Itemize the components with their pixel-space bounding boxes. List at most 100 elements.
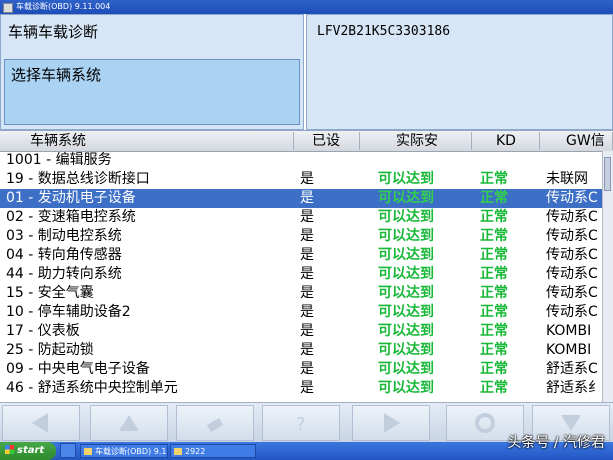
- gateway-cell: 传动系C: [546, 304, 598, 320]
- back-button[interactable]: [2, 405, 80, 441]
- set-cell: 是: [300, 190, 314, 206]
- app-icon: [3, 3, 13, 13]
- section-title: 车辆车载诊断: [8, 23, 99, 41]
- system-name-cell: 17 - 仪表板: [6, 323, 80, 339]
- kd-status-cell: 正常: [480, 171, 508, 187]
- set-cell: 是: [300, 171, 314, 187]
- col-header-actual[interactable]: 实际安: [360, 132, 472, 150]
- arrow-up-icon: [119, 415, 139, 431]
- gateway-cell: KOMBI: [546, 342, 592, 358]
- system-name-cell: 10 - 停车辅助设备2: [6, 304, 131, 320]
- actual-status-cell: 可以达到: [378, 228, 434, 244]
- start-button[interactable]: start: [0, 442, 56, 460]
- arrow-left-icon: [32, 413, 48, 433]
- gateway-cell: 传动系C: [546, 266, 598, 282]
- col-header-set[interactable]: 已设: [294, 132, 360, 150]
- table-row[interactable]: 15 - 安全气囊 是 可以达到 正常 传动系C: [0, 284, 603, 303]
- table-row[interactable]: 01 - 发动机电子设备 是 可以达到 正常 传动系C: [0, 189, 603, 208]
- actual-status-cell: 可以达到: [378, 342, 434, 358]
- select-system-box[interactable]: 选择车辆系统: [4, 59, 300, 125]
- scrollbar-thumb[interactable]: [604, 157, 611, 191]
- table-row[interactable]: 09 - 中央电气电子设备 是 可以达到 正常 舒适系C: [0, 360, 603, 379]
- set-cell: 是: [300, 323, 314, 339]
- system-name-cell: 02 - 变速箱电控系统: [6, 209, 136, 225]
- actual-status-cell: 可以达到: [378, 285, 434, 301]
- set-cell: 是: [300, 285, 314, 301]
- gateway-cell: 传动系C: [546, 228, 598, 244]
- set-cell: 是: [300, 380, 314, 396]
- set-cell: 是: [300, 304, 314, 320]
- help-button[interactable]: ?: [262, 405, 340, 441]
- system-name-cell: 01 - 发动机电子设备: [6, 190, 136, 206]
- set-cell: 是: [300, 266, 314, 282]
- gateway-cell: 传动系C: [546, 247, 598, 263]
- kd-status-cell: 正常: [480, 304, 508, 320]
- kd-status-cell: 正常: [480, 228, 508, 244]
- erase-button[interactable]: [176, 405, 254, 441]
- forward-button[interactable]: [352, 405, 430, 441]
- actual-status-cell: 可以达到: [378, 323, 434, 339]
- gateway-cell: 舒适系纟: [546, 380, 602, 396]
- folder-icon: [174, 448, 182, 455]
- table-row[interactable]: 46 - 舒适系统中央控制单元 是 可以达到 正常 舒适系纟: [0, 379, 603, 398]
- actual-status-cell: 可以达到: [378, 209, 434, 225]
- window-title: 车载诊断(OBD) 9.11.004: [16, 2, 111, 11]
- kd-status-cell: 正常: [480, 247, 508, 263]
- window-titlebar: 车载诊断(OBD) 9.11.004: [0, 0, 613, 14]
- refresh-icon: [475, 413, 495, 433]
- table-row[interactable]: 17 - 仪表板 是 可以达到 正常 KOMBI: [0, 322, 603, 341]
- actual-status-cell: 可以达到: [378, 247, 434, 263]
- vin-text: LFV2B21K5C3303186: [317, 24, 451, 39]
- svg-text:?: ?: [296, 414, 306, 435]
- table-row[interactable]: 10 - 停车辅助设备2 是 可以达到 正常 传动系C: [0, 303, 603, 322]
- system-name-cell: 15 - 安全气囊: [6, 285, 94, 301]
- watermark: 头条号 / 汽修君: [507, 435, 605, 451]
- table-row[interactable]: 04 - 转向角传感器 是 可以达到 正常 传动系C: [0, 246, 603, 265]
- gateway-cell: 未联网: [546, 171, 588, 187]
- eraser-icon: [206, 418, 224, 432]
- set-cell: 是: [300, 342, 314, 358]
- gateway-cell: 传动系C: [546, 190, 598, 206]
- kd-status-cell: 正常: [480, 190, 508, 206]
- table-row[interactable]: 25 - 防起动锁 是 可以达到 正常 KOMBI: [0, 341, 603, 360]
- kd-status-cell: 正常: [480, 209, 508, 225]
- vin-panel: LFV2B21K5C3303186: [306, 14, 613, 130]
- kd-status-cell: 正常: [480, 323, 508, 339]
- kd-status-cell: 正常: [480, 285, 508, 301]
- start-label: start: [17, 445, 45, 456]
- system-name-cell: 44 - 助力转向系统: [6, 266, 122, 282]
- taskbar-item-label: 车载诊断(OBD) 9.1...: [95, 447, 168, 456]
- actual-status-cell: 可以达到: [378, 171, 434, 187]
- system-name-cell: 09 - 中央电气电子设备: [6, 361, 150, 377]
- table-row[interactable]: 02 - 变速箱电控系统 是 可以达到 正常 传动系C: [0, 208, 603, 227]
- table-row[interactable]: 19 - 数据总线诊断接口 是 可以达到 正常 未联网: [0, 170, 603, 189]
- actual-status-cell: 可以达到: [378, 266, 434, 282]
- system-name-cell: 46 - 舒适系统中央控制单元: [6, 380, 178, 396]
- diagnosis-panel: 车辆车载诊断 选择车辆系统: [0, 14, 304, 130]
- taskbar-item-folder[interactable]: 2922: [170, 444, 256, 458]
- col-header-kd[interactable]: KD: [472, 132, 540, 150]
- col-header-system[interactable]: 车辆系统: [0, 132, 294, 150]
- quick-launch-desktop-icon[interactable]: [60, 443, 76, 458]
- kd-status-cell: 正常: [480, 266, 508, 282]
- up-button[interactable]: [90, 405, 168, 441]
- set-cell: 是: [300, 209, 314, 225]
- system-name-cell: 19 - 数据总线诊断接口: [6, 171, 150, 187]
- table-header: 车辆系统 已设 实际安 KD GW信: [0, 131, 613, 152]
- kd-status-cell: 正常: [480, 361, 508, 377]
- vertical-scrollbar[interactable]: [602, 151, 613, 403]
- actual-status-cell: 可以达到: [378, 190, 434, 206]
- gateway-cell: KOMBI: [546, 323, 592, 339]
- taskbar-item-obd[interactable]: 车载诊断(OBD) 9.1...: [80, 444, 168, 458]
- actual-status-cell: 可以达到: [378, 361, 434, 377]
- taskbar-item-label: 2922: [185, 447, 206, 456]
- system-name-cell: 25 - 防起动锁: [6, 342, 94, 358]
- actual-status-cell: 可以达到: [378, 304, 434, 320]
- set-cell: 是: [300, 361, 314, 377]
- table-row[interactable]: 1001 - 编辑服务: [0, 151, 603, 170]
- set-cell: 是: [300, 247, 314, 263]
- col-header-gw[interactable]: GW信: [540, 132, 613, 150]
- table-row[interactable]: 03 - 制动电控系统 是 可以达到 正常 传动系C: [0, 227, 603, 246]
- table-row[interactable]: 44 - 助力转向系统 是 可以达到 正常 传动系C: [0, 265, 603, 284]
- kd-status-cell: 正常: [480, 380, 508, 396]
